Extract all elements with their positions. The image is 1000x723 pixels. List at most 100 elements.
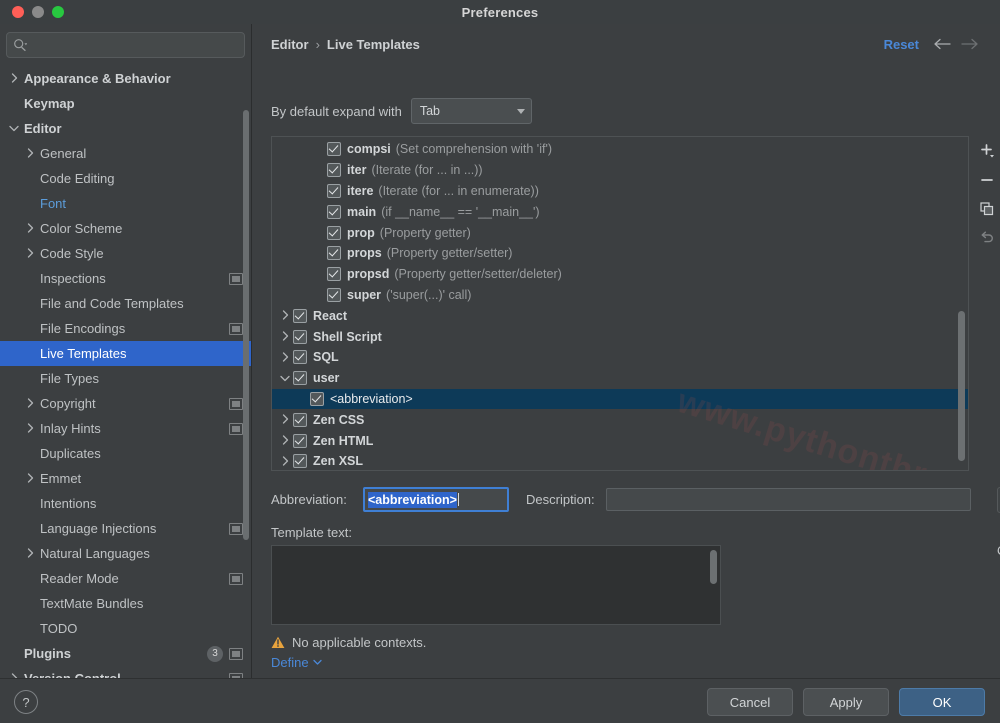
sidebar-item-plugins[interactable]: Plugins 3 xyxy=(0,641,251,666)
chevron-right-icon[interactable] xyxy=(278,454,293,468)
sidebar-item-font[interactable]: Font xyxy=(0,191,251,216)
sidebar-item-inspections[interactable]: Inspections xyxy=(0,266,251,291)
sidebar-item-textmate-bundles[interactable]: TextMate Bundles xyxy=(0,591,251,616)
cancel-button[interactable]: Cancel xyxy=(707,688,793,716)
template-checkbox[interactable] xyxy=(293,454,307,469)
sidebar-item-color-scheme[interactable]: Color Scheme xyxy=(0,216,251,241)
back-button[interactable] xyxy=(932,35,952,53)
template-checkbox[interactable] xyxy=(327,225,341,240)
sidebar-item-reader-mode[interactable]: Reader Mode xyxy=(0,566,251,591)
chevron-right-icon[interactable] xyxy=(278,413,293,427)
template-row[interactable]: Zen CSS xyxy=(272,409,968,430)
default-expand-select[interactable]: Tab xyxy=(410,98,532,124)
template-checkbox[interactable] xyxy=(327,246,341,261)
template-row[interactable]: itere (Iterate (for ... in enumerate)) xyxy=(272,181,968,202)
sidebar-item-live-templates[interactable]: Live Templates xyxy=(0,341,251,366)
sidebar-item-file-and-code-templates[interactable]: File and Code Templates xyxy=(0,291,251,316)
chevron-right-icon[interactable] xyxy=(278,330,293,344)
template-row[interactable]: <abbreviation> xyxy=(272,388,968,410)
template-row[interactable]: SQL xyxy=(272,347,968,368)
chevron-right-icon[interactable] xyxy=(24,472,37,485)
search-input[interactable] xyxy=(31,37,238,53)
template-row[interactable]: propsd (Property getter/setter/deleter) xyxy=(272,264,968,285)
chevron-right-icon[interactable] xyxy=(24,422,37,435)
template-row[interactable]: compsi (Set comprehension with 'if') xyxy=(272,139,968,160)
template-checkbox[interactable] xyxy=(327,163,341,178)
sidebar-item-keymap[interactable]: Keymap xyxy=(0,91,251,116)
ok-button[interactable]: OK xyxy=(899,688,985,716)
template-checkbox[interactable] xyxy=(293,329,307,344)
sidebar-item-duplicates[interactable]: Duplicates xyxy=(0,441,251,466)
remove-template-button[interactable] xyxy=(976,170,998,190)
template-checkbox[interactable] xyxy=(327,183,341,198)
duplicate-template-button[interactable] xyxy=(976,199,998,219)
template-checkbox[interactable] xyxy=(327,267,341,282)
tree-arrow-placeholder xyxy=(24,622,37,635)
description-input[interactable] xyxy=(606,488,971,511)
template-text-area[interactable] xyxy=(271,545,721,625)
abbreviation-input[interactable]: <abbreviation> xyxy=(363,487,509,512)
template-row[interactable]: super ('super(...)' call) xyxy=(272,285,968,306)
template-checkbox[interactable] xyxy=(293,308,307,323)
sidebar-item-code-style[interactable]: Code Style xyxy=(0,241,251,266)
chevron-right-icon[interactable] xyxy=(278,309,293,323)
sidebar-item-todo[interactable]: TODO xyxy=(0,616,251,641)
template-text-scrollbar[interactable] xyxy=(710,550,717,620)
tree-arrow-placeholder xyxy=(312,163,327,177)
help-button[interactable]: ? xyxy=(14,690,38,714)
template-row[interactable]: React xyxy=(272,305,968,326)
template-row[interactable]: props (Property getter/setter) xyxy=(272,243,968,264)
sidebar-item-version-control[interactable]: Version Control xyxy=(0,666,251,678)
chevron-right-icon[interactable] xyxy=(24,147,37,160)
template-checkbox[interactable] xyxy=(327,287,341,302)
template-row[interactable]: main (if __name__ == '__main__') xyxy=(272,201,968,222)
chevron-right-icon[interactable] xyxy=(278,434,293,448)
breadcrumb-item-editor[interactable]: Editor xyxy=(271,37,309,52)
reset-button[interactable]: Reset xyxy=(884,37,919,52)
chevron-right-icon[interactable] xyxy=(278,350,293,364)
sidebar-item-editor[interactable]: Editor xyxy=(0,116,251,141)
define-link[interactable]: Define xyxy=(271,655,986,670)
chevron-right-icon[interactable] xyxy=(24,222,37,235)
forward-button[interactable] xyxy=(960,35,980,53)
template-checkbox[interactable] xyxy=(327,142,341,157)
template-row[interactable]: Zen HTML xyxy=(272,430,968,451)
chevron-down-icon[interactable] xyxy=(278,371,293,385)
apply-button[interactable]: Apply xyxy=(803,688,889,716)
main-panel: Editor › Live Templates Reset By default… xyxy=(252,24,1000,678)
chevron-down-icon[interactable] xyxy=(8,122,21,135)
template-row[interactable]: iter (Iterate (for ... in ...)) xyxy=(272,160,968,181)
sidebar-item-code-editing[interactable]: Code Editing xyxy=(0,166,251,191)
sidebar-item-natural-languages[interactable]: Natural Languages xyxy=(0,541,251,566)
sidebar-scrollbar[interactable] xyxy=(243,88,249,648)
sidebar-item-language-injections[interactable]: Language Injections xyxy=(0,516,251,541)
sidebar-item-inlay-hints[interactable]: Inlay Hints xyxy=(0,416,251,441)
sidebar-item-appearance-behavior[interactable]: Appearance & Behavior xyxy=(0,66,251,91)
sidebar-item-file-types[interactable]: File Types xyxy=(0,366,251,391)
templates-scrollbar[interactable] xyxy=(958,141,965,465)
sidebar-item-copyright[interactable]: Copyright xyxy=(0,391,251,416)
chevron-right-icon[interactable] xyxy=(8,72,21,85)
sidebar-item-intentions[interactable]: Intentions xyxy=(0,491,251,516)
template-row[interactable]: user xyxy=(272,368,968,389)
search-box[interactable] xyxy=(6,32,245,58)
sidebar-item-file-encodings[interactable]: File Encodings xyxy=(0,316,251,341)
chevron-right-icon[interactable] xyxy=(24,547,37,560)
template-row[interactable]: Shell Script xyxy=(272,326,968,347)
template-checkbox[interactable] xyxy=(310,391,324,406)
chevron-right-icon[interactable] xyxy=(24,247,37,260)
sidebar-item-general[interactable]: General xyxy=(0,141,251,166)
template-name: itere xyxy=(347,183,374,198)
chevron-right-icon[interactable] xyxy=(24,397,37,410)
revert-template-button[interactable] xyxy=(976,228,998,248)
template-checkbox[interactable] xyxy=(327,204,341,219)
template-checkbox[interactable] xyxy=(293,433,307,448)
live-templates-list[interactable]: compsi (Set comprehension with 'if') iter (… xyxy=(271,136,969,471)
template-checkbox[interactable] xyxy=(293,412,307,427)
template-checkbox[interactable] xyxy=(293,371,307,386)
sidebar-item-emmet[interactable]: Emmet xyxy=(0,466,251,491)
add-template-button[interactable] xyxy=(976,141,998,161)
template-row[interactable]: Zen XSL xyxy=(272,451,968,470)
template-checkbox[interactable] xyxy=(293,350,307,365)
template-row[interactable]: prop (Property getter) xyxy=(272,222,968,243)
